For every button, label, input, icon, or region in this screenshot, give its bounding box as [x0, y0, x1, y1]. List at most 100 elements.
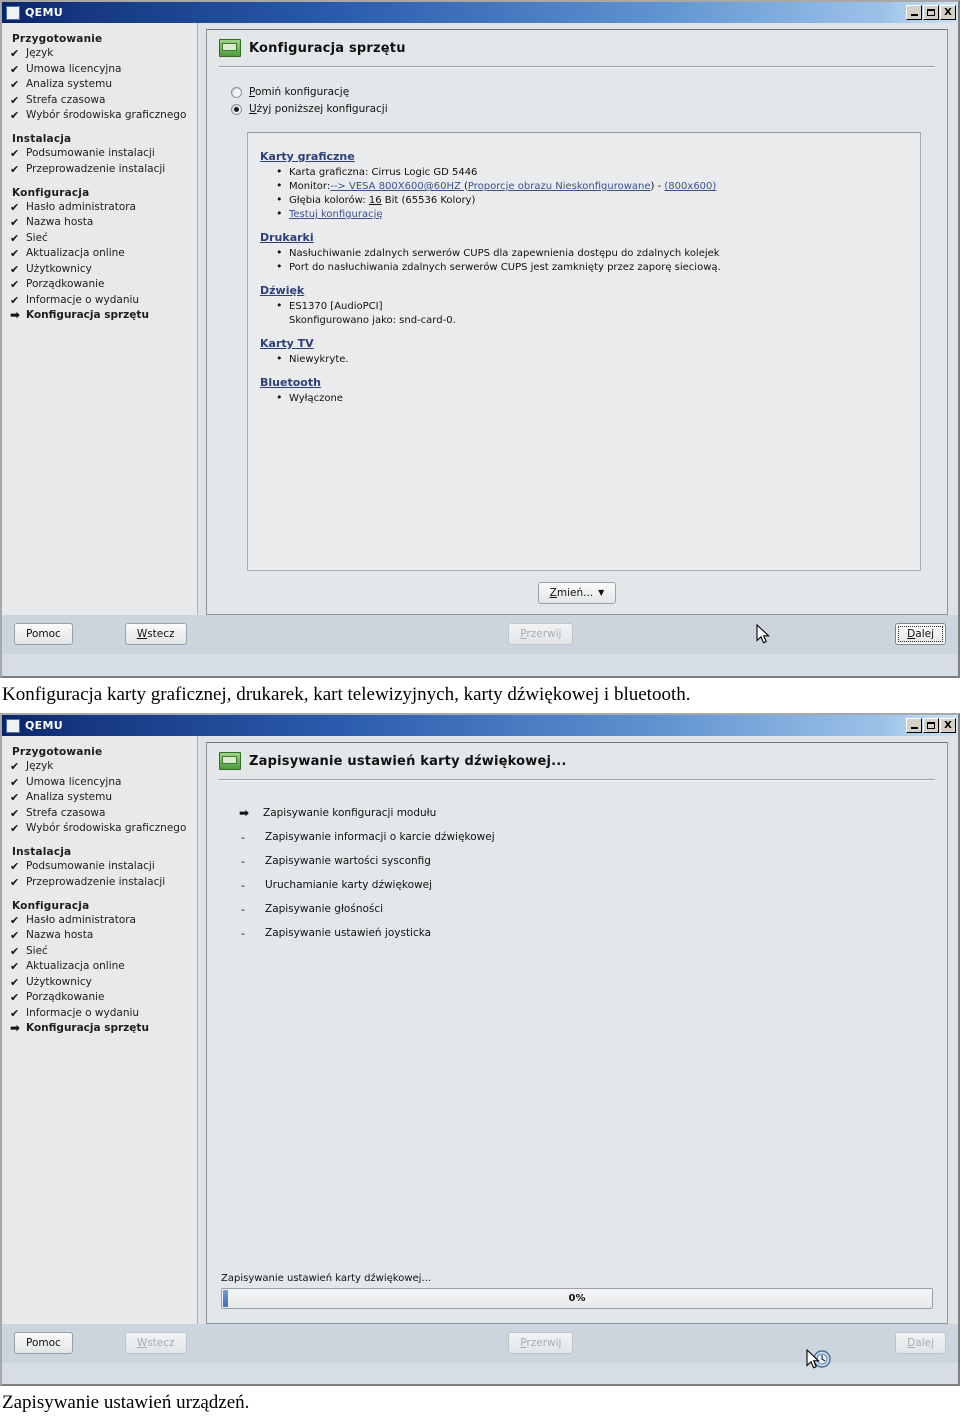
progress-area: Zapisywanie ustawień karty dźwiękowej...… [219, 1273, 935, 1313]
close-button[interactable]: X [940, 718, 956, 733]
sidebar-item-label: Konfiguracja sprzętu [26, 1022, 149, 1034]
help-button[interactable]: Pomoc [14, 1331, 73, 1354]
sidebar-item-label: Strefa czasowa [26, 806, 106, 819]
step-done-check-icon: ✔ [10, 806, 20, 820]
accel-key: Z [549, 587, 557, 599]
next-button-label: alej [915, 1337, 934, 1349]
radio-label-text: omiń konfigurację [254, 86, 350, 98]
summary-section-list: Niewykryte. [276, 352, 910, 367]
right-buttons: Dalej [895, 1331, 946, 1354]
sidebar-item-sie[interactable]: ✔ Sieć [10, 945, 197, 958]
summary-line: Monitor:--> VESA 800X600@60HZ (Proporcje… [276, 179, 910, 194]
sidebar-item-label: Język [26, 47, 54, 59]
summary-line: Wyłączone [276, 391, 910, 406]
summary-line: Testuj konfigurację [276, 207, 910, 222]
sidebar-item-wyb-r-rodowiska-graficznego[interactable]: ✔ Wybór środowiska graficznego [10, 822, 197, 835]
sidebar-item-umowa-licencyjna[interactable]: ✔ Umowa licencyjna [10, 776, 197, 789]
abort-button-label: rzerwij [526, 628, 562, 640]
step-done-check-icon: ✔ [10, 262, 20, 276]
sidebar-item-podsumowanie-instalacji[interactable]: ✔ Podsumowanie instalacji [10, 147, 197, 160]
sidebar-item-nazwa-hosta[interactable]: ✔ Nazwa hosta [10, 216, 197, 229]
sidebar-item-strefa-czasowa[interactable]: ✔ Strefa czasowa [10, 94, 197, 107]
window-titlebar[interactable]: QEMU X [2, 715, 958, 736]
back-button[interactable]: Wstecz [124, 622, 187, 645]
sidebar-item-informacje-o-wydaniu[interactable]: ✔ Informacje o wydaniu [10, 1007, 197, 1020]
header-divider [219, 66, 935, 68]
sidebar-item-u-ytkownicy[interactable]: ✔ Użytkownicy [10, 976, 197, 989]
radio-option-skip-config[interactable]: Pomiń konfigurację [231, 86, 935, 98]
saving-settings-dialog: Zapisywanie ustawień karty dźwiękowej...… [206, 742, 948, 1324]
progress-bar-fill [223, 1290, 228, 1307]
window-app-icon [6, 718, 20, 733]
change-button-row: Zmień... ▼ [219, 581, 935, 604]
minimize-button[interactable] [906, 718, 922, 733]
summary-link[interactable]: Proporcje obrazu Nieskonfigurowane [468, 181, 651, 192]
maximize-button[interactable] [923, 5, 939, 20]
sidebar-item-podsumowanie-instalacji[interactable]: ✔ Podsumowanie instalacji [10, 860, 197, 873]
abort-button-label: rzerwij [526, 1337, 562, 1349]
sidebar-item-wyb-r-rodowiska-graficznego[interactable]: ✔ Wybór środowiska graficznego [10, 109, 197, 122]
step-done-check-icon: ✔ [10, 293, 20, 307]
close-button[interactable]: X [940, 5, 956, 20]
sidebar-item-has-o-administratora[interactable]: ✔ Hasło administratora [10, 914, 197, 927]
sidebar-item-j-zyk[interactable]: ✔ Język [10, 760, 197, 773]
minimize-button[interactable] [906, 5, 922, 20]
sidebar-item-has-o-administratora[interactable]: ✔ Hasło administratora [10, 201, 197, 214]
window-title: QEMU [25, 6, 63, 19]
progress-step-label: Zapisywanie głośności [265, 903, 384, 915]
sidebar-item-przeprowadzenie-instalacji[interactable]: ✔ Przeprowadzenie instalacji [10, 876, 197, 889]
step-done-check-icon: ✔ [10, 1006, 20, 1020]
next-button: Dalej [895, 1332, 946, 1354]
sidebar-item-konfiguracja-sprz-tu[interactable]: ➡ Konfiguracja sprzętu [10, 1022, 197, 1035]
sidebar-item-aktualizacja-online[interactable]: ✔ Aktualizacja online [10, 247, 197, 260]
summary-link[interactable]: 16 [369, 195, 382, 206]
sidebar-item-label: Strefa czasowa [26, 93, 106, 106]
summary-section-heading[interactable]: Karty TV [260, 337, 910, 350]
sidebar-item-analiza-systemu[interactable]: ✔ Analiza systemu [10, 78, 197, 91]
summary-link[interactable]: --> VESA 800X600@60HZ [330, 181, 464, 192]
sidebar-item-strefa-czasowa[interactable]: ✔ Strefa czasowa [10, 807, 197, 820]
sidebar-item-label: Nazwa hosta [26, 929, 94, 941]
progress-step-item: - Zapisywanie informacji o karcie dźwięko… [239, 831, 935, 844]
sidebar-group-title: Instalacja [12, 133, 72, 145]
qemu-window-saving-settings: QEMU X Przygotowanie ✔ Język ✔ Umowa licency… [0, 713, 960, 1386]
pending-step-dash-icon: - [241, 879, 245, 892]
maximize-icon [927, 722, 935, 729]
sidebar-item-porz-dkowanie[interactable]: ✔ Porządkowanie [10, 991, 197, 1004]
change-button[interactable]: Zmień... ▼ [537, 582, 617, 604]
sidebar-item-analiza-systemu[interactable]: ✔ Analiza systemu [10, 791, 197, 804]
sidebar-item-informacje-o-wydaniu[interactable]: ✔ Informacje o wydaniu [10, 294, 197, 307]
change-button-label: mień... [556, 587, 594, 599]
back-button: Wstecz [124, 1331, 187, 1354]
sidebar-item-label: Sieć [26, 231, 48, 244]
summary-link[interactable]: Testuj konfigurację [289, 209, 383, 220]
summary-section-list: Wyłączone [276, 391, 910, 406]
next-button[interactable]: Dalej [895, 623, 946, 645]
window-titlebar[interactable]: QEMU X [2, 2, 958, 23]
chevron-down-icon: ▼ [598, 588, 605, 597]
window-title: QEMU [25, 719, 63, 732]
sidebar-item-j-zyk[interactable]: ✔ Język [10, 47, 197, 60]
summary-section-heading[interactable]: Drukarki [260, 231, 910, 244]
summary-section-heading[interactable]: Bluetooth [260, 376, 910, 389]
summary-section-heading[interactable]: Karty graficzne [260, 150, 910, 163]
sidebar-item-sie[interactable]: ✔ Sieć [10, 232, 197, 245]
sidebar-item-umowa-licencyjna[interactable]: ✔ Umowa licencyjna [10, 63, 197, 76]
sidebar-item-aktualizacja-online[interactable]: ✔ Aktualizacja online [10, 960, 197, 973]
radio-option-use-config[interactable]: Użyj poniższej konfiguracji [231, 103, 935, 115]
step-done-check-icon: ✔ [10, 78, 20, 91]
sidebar-item-u-ytkownicy[interactable]: ✔ Użytkownicy [10, 263, 197, 276]
summary-line: Skonfigurowano jako: snd-card-0. [289, 315, 456, 326]
help-button[interactable]: Pomoc [14, 622, 73, 645]
sidebar-item-porz-dkowanie[interactable]: ✔ Porządkowanie [10, 278, 197, 291]
sidebar-item-przeprowadzenie-instalacji[interactable]: ✔ Przeprowadzenie instalacji [10, 163, 197, 176]
summary-link[interactable]: (800x600) [664, 181, 716, 192]
sidebar-item-konfiguracja-sprz-tu[interactable]: ➡ Konfiguracja sprzętu [10, 309, 197, 322]
progress-step-item: - Zapisywanie ustawień joysticka [239, 927, 935, 940]
maximize-button[interactable] [923, 718, 939, 733]
summary-section-heading[interactable]: Dźwięk [260, 284, 910, 297]
step-done-check-icon: ✔ [10, 875, 20, 889]
sidebar-item-nazwa-hosta[interactable]: ✔ Nazwa hosta [10, 929, 197, 942]
main-content-column: Zapisywanie ustawień karty dźwiękowej...… [198, 736, 958, 1324]
step-done-check-icon: ✔ [10, 960, 20, 973]
